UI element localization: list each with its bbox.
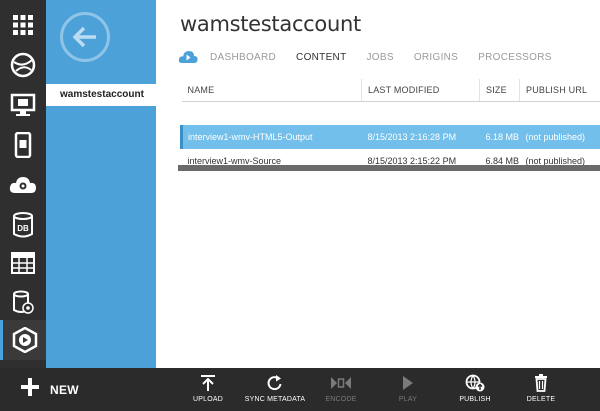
encode-button[interactable]: ENCODE: [306, 373, 376, 407]
tab-content[interactable]: CONTENT: [296, 52, 346, 63]
encode-icon: [330, 373, 352, 393]
cloud-services-icon[interactable]: [0, 165, 46, 205]
all-items-grid-icon[interactable]: [0, 5, 46, 45]
delete-button[interactable]: DELETE: [506, 373, 576, 407]
left-nav-rail: DB: [0, 0, 46, 368]
new-button-label: NEW: [50, 382, 79, 397]
publish-button[interactable]: PUBLISH: [440, 373, 510, 407]
hdinsight-icon[interactable]: [0, 283, 46, 323]
column-header-size[interactable]: SIZE: [479, 79, 520, 102]
play-label: PLAY: [398, 396, 418, 403]
play-icon: [402, 373, 414, 393]
upload-label: UPLOAD: [193, 396, 223, 403]
cell-last-modified: 8/15/2013 2:16:28 PM: [361, 125, 480, 149]
upload-icon: [200, 373, 216, 393]
main-content: wamstestaccount DASHBOARD CONTENT JOBS O…: [156, 0, 600, 368]
publish-icon: [465, 373, 485, 393]
command-bar: NEW UPLOAD SYNC METADATA ENCODE PLAY PUB…: [0, 368, 600, 411]
cell-size: 6.18 MB: [479, 125, 520, 149]
tab-dashboard[interactable]: DASHBOARD: [210, 52, 276, 63]
sync-metadata-label: SYNC METADATA: [244, 396, 306, 403]
storage-icon[interactable]: [0, 243, 46, 283]
publish-label: PUBLISH: [459, 396, 491, 403]
play-button[interactable]: PLAY: [373, 373, 443, 407]
tab-jobs[interactable]: JOBS: [366, 52, 393, 63]
column-header-last-modified[interactable]: LAST MODIFIED: [361, 79, 480, 102]
delete-icon: [534, 373, 548, 393]
db-icon-text: DB: [17, 224, 29, 233]
cell-name: interview1-wmv-HTML5-Output: [180, 125, 362, 149]
sync-icon: [266, 373, 284, 393]
sync-metadata-button[interactable]: SYNC METADATA: [240, 373, 310, 407]
new-button[interactable]: NEW: [20, 368, 79, 411]
upload-button[interactable]: UPLOAD: [173, 373, 243, 407]
media-cloud-icon: [178, 50, 198, 64]
delete-label: DELETE: [526, 396, 556, 403]
horizontal-scrollbar[interactable]: [178, 165, 600, 171]
page-title: wamstestaccount: [180, 12, 361, 36]
table-row[interactable]: interview1-wmv-HTML5-Output 8/15/2013 2:…: [180, 125, 600, 149]
content-table: NAME LAST MODIFIED SIZE PUBLISH URL inte…: [180, 79, 600, 173]
cell-publish-url: (not published): [519, 125, 600, 149]
plus-icon: [20, 377, 40, 402]
mobile-services-icon[interactable]: [0, 125, 46, 165]
media-services-icon[interactable]: [0, 320, 46, 360]
sql-databases-icon[interactable]: DB: [0, 205, 46, 245]
encode-label: ENCODE: [325, 396, 357, 403]
web-sites-icon[interactable]: [0, 45, 46, 85]
table-header-row: NAME LAST MODIFIED SIZE PUBLISH URL: [181, 79, 600, 102]
column-header-publish-url[interactable]: PUBLISH URL: [519, 79, 600, 102]
context-panel: wamstestaccount: [46, 0, 156, 368]
back-arrow-icon[interactable]: [60, 12, 110, 62]
nav-item-wamstestaccount[interactable]: wamstestaccount: [46, 84, 156, 106]
tab-processors[interactable]: PROCESSORS: [478, 52, 552, 63]
virtual-machines-icon[interactable]: [0, 85, 46, 125]
tab-strip: DASHBOARD CONTENT JOBS ORIGINS PROCESSOR…: [178, 48, 572, 66]
table-spacer: [182, 101, 600, 125]
tab-origins[interactable]: ORIGINS: [414, 52, 458, 63]
column-header-name[interactable]: NAME: [181, 79, 362, 102]
